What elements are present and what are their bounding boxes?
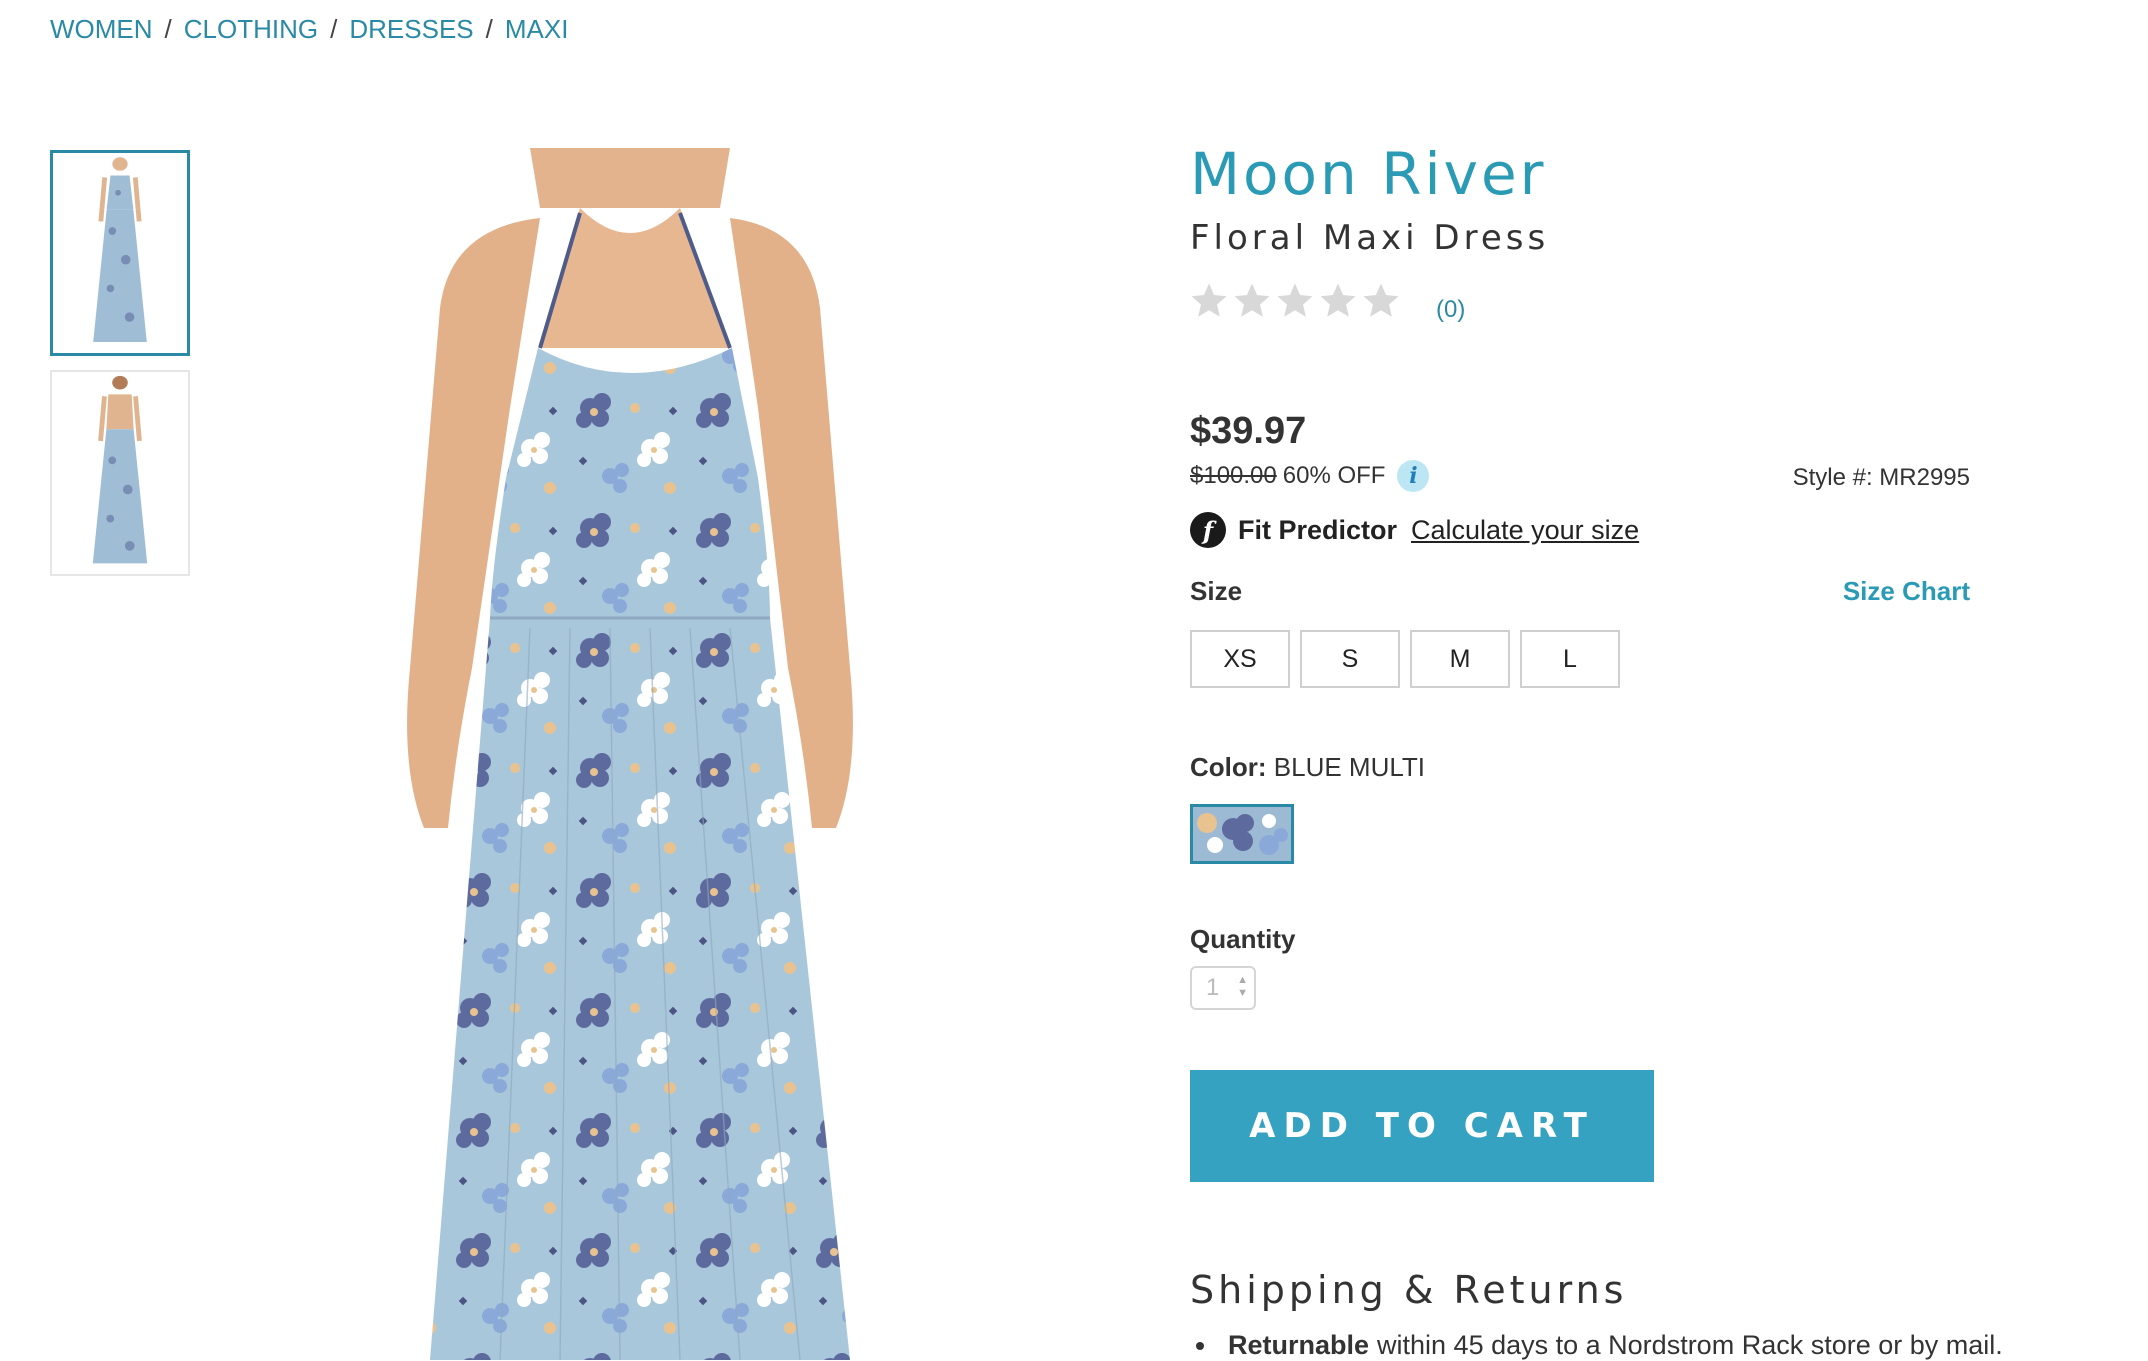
info-icon[interactable]: i (1397, 460, 1430, 492)
size-options: XS S M L (1190, 630, 1620, 688)
model-floral-dress-image (210, 148, 1160, 1360)
quantity-value: 1 (1206, 974, 1220, 1001)
shipping-returns-heading: Shipping & Returns (1190, 1268, 1628, 1312)
size-option-l[interactable]: L (1520, 630, 1620, 688)
star-rating[interactable] (1188, 280, 1403, 322)
fit-predictor: f Fit Predictor Calculate your size (1190, 512, 1639, 548)
breadcrumb-dresses[interactable]: DRESSES (349, 14, 473, 45)
size-label: Size (1190, 576, 1243, 606)
breadcrumb: WOMEN / CLOTHING / DRESSES / MAXI (50, 14, 568, 45)
dress-back-thumbnail-image (52, 372, 188, 574)
main-product-image[interactable] (210, 148, 1160, 1360)
breadcrumb-separator: / (164, 14, 172, 44)
floral-swatch-image (1193, 807, 1291, 861)
breadcrumb-women[interactable]: WOMEN (50, 14, 153, 45)
size-option-s[interactable]: S (1300, 630, 1400, 688)
brand-name[interactable]: Moon River (1190, 140, 1546, 208)
star-icon (1320, 283, 1356, 317)
color-label: Color: (1190, 752, 1267, 782)
color-value: BLUE MULTI (1273, 752, 1425, 782)
thumbnail-back[interactable] (50, 370, 190, 576)
list-item: Returnable within 45 days to a Nordstrom… (1196, 1330, 2003, 1361)
discount-percent: 60% OFF (1282, 462, 1386, 489)
dress-front-thumbnail-image (53, 154, 187, 352)
breadcrumb-clothing[interactable]: CLOTHING (184, 14, 318, 45)
breadcrumb-maxi[interactable]: MAXI (505, 14, 569, 45)
breadcrumb-separator: / (485, 14, 493, 44)
star-icon (1234, 283, 1270, 317)
review-count-link[interactable]: (0) (1436, 296, 1465, 324)
quantity-stepper[interactable]: 1 ▲ ▼ (1190, 966, 1256, 1010)
color-swatch-blue-multi[interactable] (1190, 804, 1294, 864)
stepper-arrows-icon[interactable]: ▲ ▼ (1237, 974, 1248, 1000)
calculate-size-link[interactable]: Calculate your size (1411, 515, 1639, 546)
original-price: $100.00 (1190, 462, 1277, 489)
thumbnail-front[interactable] (50, 150, 190, 356)
style-number: Style #: MR2995 (1792, 464, 1970, 491)
star-icon (1363, 283, 1399, 317)
returnable-text: within 45 days to a Nordstrom Rack store… (1377, 1330, 2003, 1360)
returnable-label: Returnable (1228, 1330, 1370, 1360)
size-option-m[interactable]: M (1410, 630, 1510, 688)
add-to-cart-button[interactable]: ADD TO CART (1190, 1070, 1654, 1182)
fit-predictor-label: Fit Predictor (1238, 514, 1398, 545)
price-details: $100.00 60% OFF i (1190, 460, 1430, 492)
size-chart-link[interactable]: Size Chart (1843, 576, 1970, 607)
sale-price: $39.97 (1190, 410, 1307, 452)
quantity-label: Quantity (1190, 924, 1296, 954)
size-option-xs[interactable]: XS (1190, 630, 1290, 688)
bullet-icon (1196, 1341, 1204, 1350)
star-icon (1191, 283, 1227, 317)
color-selection: Color: BLUE MULTI (1190, 752, 1425, 783)
star-icon (1277, 283, 1313, 317)
shipping-returns-list: Returnable within 45 days to a Nordstrom… (1196, 1330, 2003, 1361)
fit-predictor-icon: f (1190, 512, 1226, 548)
product-title: Floral Maxi Dress (1190, 218, 1550, 258)
breadcrumb-separator: / (330, 14, 338, 44)
